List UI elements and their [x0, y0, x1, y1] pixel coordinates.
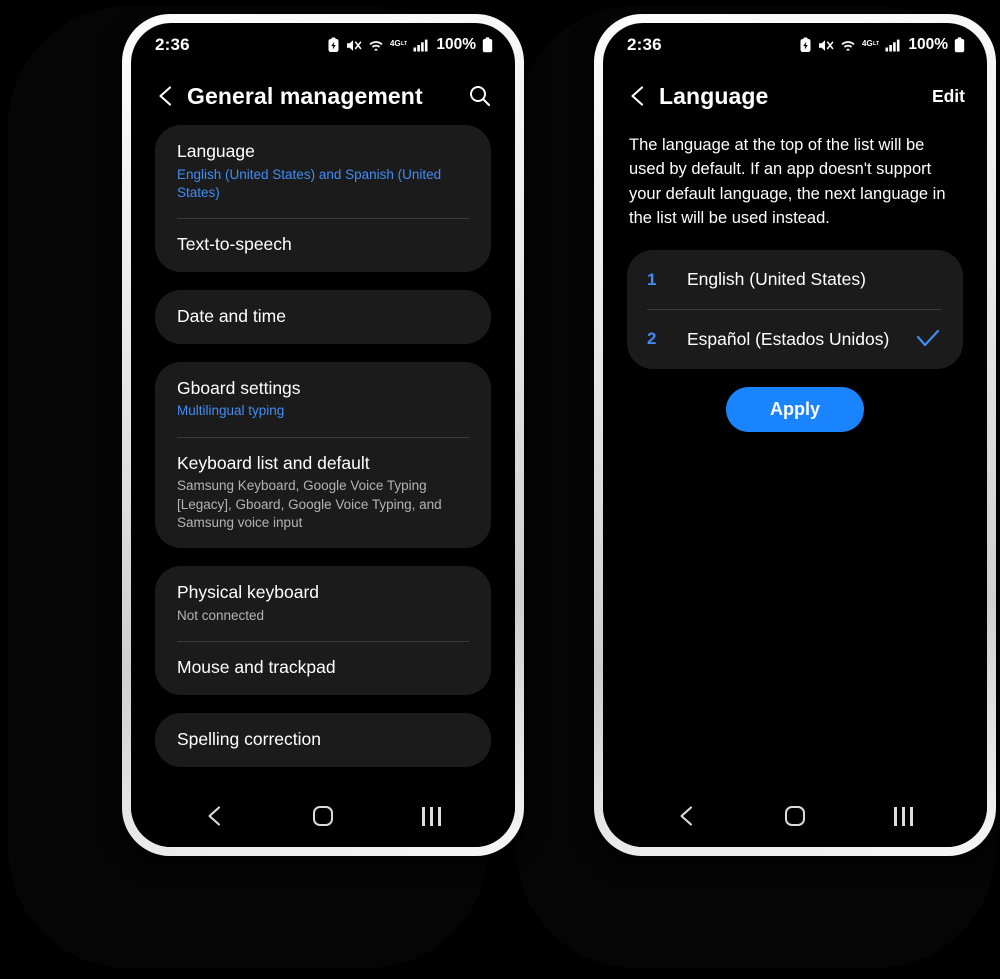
nav-recents-bars-icon[interactable] — [875, 795, 931, 837]
status-clock: 2:36 — [627, 35, 662, 54]
row-subtitle: Not connected — [177, 607, 265, 623]
power-saving-icon — [327, 37, 340, 53]
4g-lte-icon: 4GLTE — [390, 38, 407, 52]
phone-left-general-management: 2:36 4GLTE — [122, 14, 524, 856]
edit-label: Edit — [931, 85, 965, 106]
navigation-bar-right — [603, 785, 987, 847]
language-description: The language at the top of the list will… — [629, 136, 946, 227]
edit-button[interactable]: Edit — [932, 86, 965, 107]
language-order-number: 2 — [647, 329, 657, 348]
screen-language: 2:36 4GLTE — [603, 23, 987, 847]
settings-row-text-to-speech[interactable]: Text-to-speech — [155, 218, 491, 272]
settings-card: Gboard settings Multilingual typing Keyb… — [155, 361, 491, 549]
settings-row-date-and-time[interactable]: Date and time — [155, 290, 491, 344]
row-title: Mouse and trackpad — [177, 657, 336, 678]
mute-icon — [346, 38, 362, 53]
row-title: Keyboard list and default — [177, 452, 370, 473]
row-title: Gboard settings — [177, 377, 301, 398]
settings-row-spelling-correction[interactable]: Spelling correction — [155, 713, 491, 767]
signal-bars-icon — [885, 38, 901, 53]
settings-card: Date and time — [155, 289, 491, 344]
row-title: Text-to-speech — [177, 234, 292, 255]
status-bar-right: 2:36 4GLTE — [603, 23, 987, 67]
language-list-item[interactable]: 2 Español (Estados Unidos) — [627, 309, 963, 369]
navigation-bar-left — [131, 785, 515, 847]
settings-row-physical-keyboard[interactable]: Physical keyboard Not connected — [155, 566, 491, 641]
language-name: Español (Estados Unidos) — [687, 328, 890, 349]
back-chevron-icon[interactable] — [149, 79, 183, 113]
apply-button[interactable]: Apply — [725, 387, 864, 432]
apply-button-wrap: Apply — [627, 387, 963, 432]
search-icon[interactable] — [467, 83, 493, 109]
battery-percent-label: 100% — [436, 36, 476, 53]
status-clock: 2:36 — [155, 35, 190, 54]
language-name: English (United States) — [687, 269, 866, 289]
checkmark-icon — [915, 328, 941, 350]
status-bar-left: 2:36 4GLTE — [131, 23, 515, 67]
settings-card: Physical keyboard Not connected Mouse an… — [155, 566, 491, 695]
back-chevron-icon[interactable] — [621, 79, 655, 113]
battery-icon — [954, 37, 965, 53]
svg-text:LTE: LTE — [873, 41, 879, 47]
row-title: Spelling correction — [177, 728, 321, 749]
battery-icon — [482, 37, 493, 53]
svg-text:LTE: LTE — [401, 41, 407, 47]
nav-home-square-icon[interactable] — [295, 795, 351, 837]
nav-back-icon[interactable] — [187, 795, 243, 837]
app-bar-left: General management — [131, 67, 515, 125]
status-icons: 4GLTE 100% — [327, 36, 493, 54]
settings-card: Spelling correction — [155, 712, 491, 767]
row-title: Date and time — [177, 305, 286, 326]
settings-row-gboard-settings[interactable]: Gboard settings Multilingual typing — [155, 362, 491, 437]
screen-general-management: 2:36 4GLTE — [131, 23, 515, 847]
language-list-card: 1 English (United States) 2 Español (Est… — [627, 250, 963, 369]
power-saving-icon — [799, 37, 812, 53]
language-order-number: 1 — [647, 269, 657, 289]
settings-row-keyboard-list-and-default[interactable]: Keyboard list and default Samsung Keyboa… — [155, 436, 491, 548]
settings-card: Language English (United States) and Spa… — [155, 125, 491, 272]
row-subtitle: Multilingual typing — [177, 403, 285, 419]
settings-scroll-area[interactable]: Language English (United States) and Spa… — [131, 125, 515, 785]
language-list-item[interactable]: 1 English (United States) — [627, 250, 963, 309]
mute-icon — [818, 38, 834, 53]
page-title: Language — [659, 82, 769, 109]
svg-text:4G: 4G — [390, 39, 401, 48]
row-title: Language — [177, 141, 255, 161]
wifi-icon — [840, 38, 856, 53]
4g-lte-icon: 4GLTE — [862, 38, 879, 52]
nav-back-icon[interactable] — [659, 795, 715, 837]
settings-row-language[interactable]: Language English (United States) and Spa… — [155, 125, 491, 218]
wifi-icon — [368, 38, 384, 53]
page-title: General management — [187, 82, 423, 109]
status-icons: 4GLTE 100% — [799, 36, 965, 54]
nav-recents-bars-icon[interactable] — [403, 795, 459, 837]
screenshot-stage: 2:36 4GLTE — [0, 0, 1000, 979]
row-subtitle: Samsung Keyboard, Google Voice Typing [L… — [177, 478, 442, 530]
phone-right-language: 2:36 4GLTE — [594, 14, 996, 856]
app-bar-right: Language Edit — [603, 67, 987, 125]
svg-text:4G: 4G — [862, 39, 873, 48]
nav-home-square-icon[interactable] — [767, 795, 823, 837]
language-scroll-area[interactable]: The language at the top of the list will… — [603, 125, 987, 785]
row-title: Physical keyboard — [177, 582, 320, 603]
signal-bars-icon — [413, 38, 429, 53]
battery-percent-label: 100% — [908, 36, 948, 53]
settings-row-mouse-and-trackpad[interactable]: Mouse and trackpad — [155, 641, 491, 695]
row-subtitle: English (United States) and Spanish (Uni… — [177, 166, 442, 200]
